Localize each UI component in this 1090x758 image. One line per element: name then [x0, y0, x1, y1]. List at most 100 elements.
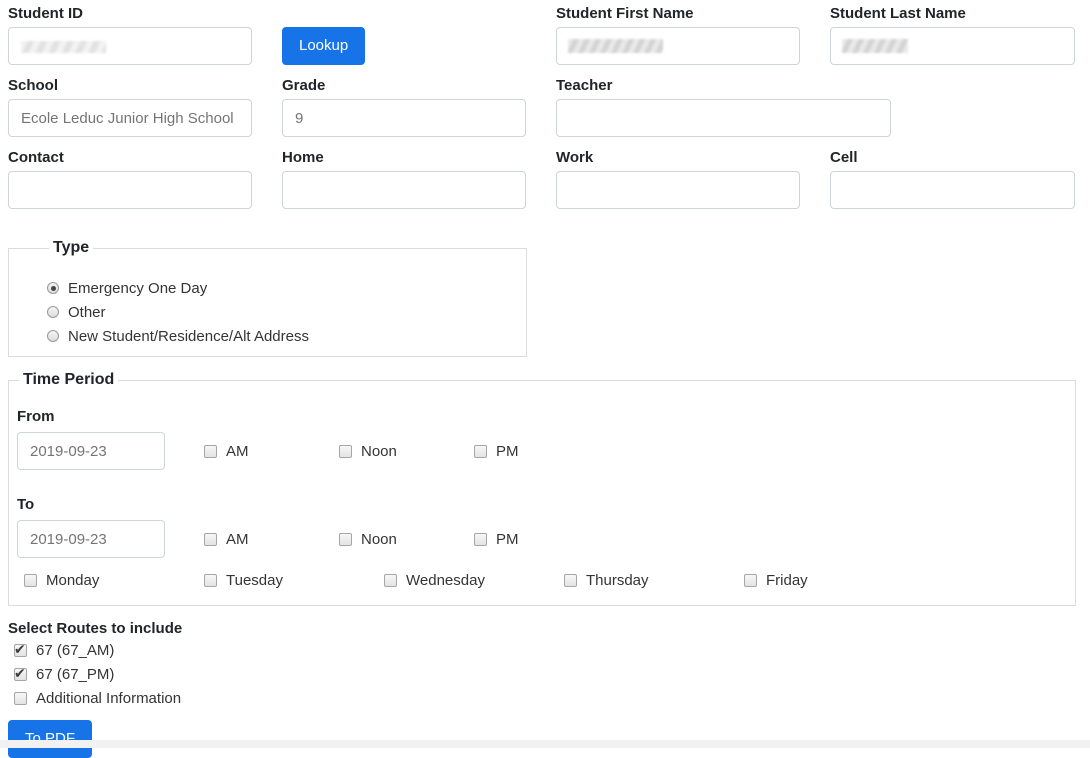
first-name-label: Student First Name [556, 5, 800, 23]
additional-information[interactable]: Additional Information [14, 686, 1076, 710]
contact-input[interactable] [8, 171, 252, 209]
to-am-check[interactable]: AM [204, 531, 339, 548]
monday-label: Monday [46, 572, 99, 589]
day-tuesday[interactable]: Tuesday [204, 572, 384, 589]
radio-new-student[interactable] [47, 330, 59, 342]
student-transport-form: Student ID Lookup Student First Name Stu… [0, 0, 1090, 758]
checkbox-from-am[interactable] [204, 445, 217, 458]
to-pdf-button[interactable]: To PDF [8, 720, 92, 758]
additional-information-label: Additional Information [36, 690, 181, 707]
school-input[interactable] [8, 99, 252, 137]
home-field-group: Home [282, 149, 526, 209]
to-date-input[interactable] [17, 520, 165, 558]
to-pm-check[interactable]: PM [474, 531, 609, 548]
from-date-wrap [17, 432, 204, 470]
type-legend: Type [49, 238, 93, 258]
route-67-pm[interactable]: 67 (67_PM) [14, 662, 1076, 686]
radio-emergency-one-day[interactable] [47, 282, 59, 294]
type-option-emergency[interactable]: Emergency One Day [47, 276, 526, 300]
routes-section: Select Routes to include 67 (67_AM) 67 (… [8, 620, 1076, 710]
teacher-label: Teacher [556, 77, 1075, 95]
home-input[interactable] [282, 171, 526, 209]
school-row: School Grade Teacher [8, 77, 1076, 149]
lookup-cell: Lookup [282, 5, 526, 77]
contact-field-group: Contact [8, 149, 252, 209]
to-label: To [17, 496, 1067, 514]
to-row: AM Noon PM [17, 520, 1067, 558]
contact-label: Contact [8, 149, 252, 167]
school-field-group: School [8, 77, 252, 137]
top-row: Student ID Lookup Student First Name Stu… [8, 5, 1076, 77]
phones-row: Contact Home Work Cell [8, 149, 1076, 221]
horizontal-scrollbar[interactable] [0, 740, 1090, 748]
day-thursday[interactable]: Thursday [564, 572, 744, 589]
work-label: Work [556, 149, 800, 167]
friday-label: Friday [766, 572, 808, 589]
grade-field-group: Grade [282, 77, 526, 137]
route-67-am[interactable]: 67 (67_AM) [14, 638, 1076, 662]
cell-input[interactable] [830, 171, 1075, 209]
checkbox-additional-information[interactable] [14, 692, 27, 705]
work-input[interactable] [556, 171, 800, 209]
checkbox-from-noon[interactable] [339, 445, 352, 458]
checkbox-monday[interactable] [24, 574, 37, 587]
day-monday[interactable]: Monday [24, 572, 204, 589]
tuesday-label: Tuesday [226, 572, 283, 589]
last-name-input-wrap [830, 27, 1075, 65]
student-id-field-group: Student ID [8, 5, 252, 65]
type-option-label: Other [68, 304, 106, 321]
first-name-field-group: Student First Name [556, 5, 800, 65]
checkbox-wednesday[interactable] [384, 574, 397, 587]
checkbox-from-pm[interactable] [474, 445, 487, 458]
from-row: AM Noon PM [17, 432, 1067, 470]
wednesday-label: Wednesday [406, 572, 485, 589]
to-pm-label: PM [496, 531, 519, 548]
checkbox-route-67-am[interactable] [14, 644, 27, 657]
last-name-input[interactable] [830, 27, 1075, 65]
school-label: School [8, 77, 252, 95]
checkbox-to-noon[interactable] [339, 533, 352, 546]
student-id-input[interactable] [8, 27, 252, 65]
time-period-legend: Time Period [19, 370, 118, 390]
student-id-input-wrap [8, 27, 252, 65]
to-date-wrap [17, 520, 204, 558]
checkbox-route-67-pm[interactable] [14, 668, 27, 681]
from-pm-check[interactable]: PM [474, 443, 609, 460]
checkbox-to-am[interactable] [204, 533, 217, 546]
route-67-pm-label: 67 (67_PM) [36, 666, 114, 683]
student-id-label: Student ID [8, 5, 252, 23]
from-pm-label: PM [496, 443, 519, 460]
to-am-label: AM [226, 531, 249, 548]
to-noon-label: Noon [361, 531, 397, 548]
last-name-field-group: Student Last Name [830, 5, 1075, 65]
home-label: Home [282, 149, 526, 167]
cell-label: Cell [830, 149, 1075, 167]
teacher-input[interactable] [556, 99, 891, 137]
checkbox-friday[interactable] [744, 574, 757, 587]
checkbox-tuesday[interactable] [204, 574, 217, 587]
grade-input[interactable] [282, 99, 526, 137]
from-am-check[interactable]: AM [204, 443, 339, 460]
radio-other[interactable] [47, 306, 59, 318]
checkbox-to-pm[interactable] [474, 533, 487, 546]
type-option-label: Emergency One Day [68, 280, 207, 297]
time-period-fieldset: Time Period From AM Noon PM To [8, 370, 1076, 606]
from-am-label: AM [226, 443, 249, 460]
type-option-new-student[interactable]: New Student/Residence/Alt Address [47, 324, 526, 348]
day-wednesday[interactable]: Wednesday [384, 572, 564, 589]
to-noon-check[interactable]: Noon [339, 531, 474, 548]
from-noon-label: Noon [361, 443, 397, 460]
from-date-input[interactable] [17, 432, 165, 470]
work-field-group: Work [556, 149, 800, 209]
checkbox-thursday[interactable] [564, 574, 577, 587]
type-option-other[interactable]: Other [47, 300, 526, 324]
days-row: Monday Tuesday Wednesday Thursday Friday [17, 572, 1067, 589]
lookup-button[interactable]: Lookup [282, 27, 365, 65]
first-name-input[interactable] [556, 27, 800, 65]
routes-label: Select Routes to include [8, 620, 1076, 638]
day-friday[interactable]: Friday [744, 572, 924, 589]
teacher-field-group: Teacher [556, 77, 1075, 137]
from-noon-check[interactable]: Noon [339, 443, 474, 460]
type-option-label: New Student/Residence/Alt Address [68, 328, 309, 345]
first-name-input-wrap [556, 27, 800, 65]
